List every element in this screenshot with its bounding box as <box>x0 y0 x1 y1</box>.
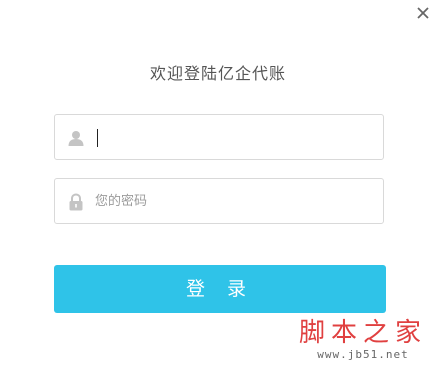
text-caret <box>97 129 98 147</box>
watermark: 脚本之家 www.jb51.net <box>298 318 428 362</box>
password-field[interactable] <box>54 178 384 224</box>
watermark-title: 脚本之家 <box>298 318 427 348</box>
username-field[interactable] <box>54 114 384 160</box>
close-button[interactable] <box>414 4 432 22</box>
close-icon <box>417 7 429 19</box>
page-title: 欢迎登陆亿企代账 <box>149 64 286 83</box>
user-icon <box>67 129 85 147</box>
password-input[interactable] <box>95 179 375 223</box>
watermark-url: www.jb51.net <box>317 348 409 361</box>
login-button[interactable]: 登 录 <box>54 265 386 313</box>
username-input[interactable] <box>95 115 375 159</box>
lock-icon <box>67 193 85 211</box>
